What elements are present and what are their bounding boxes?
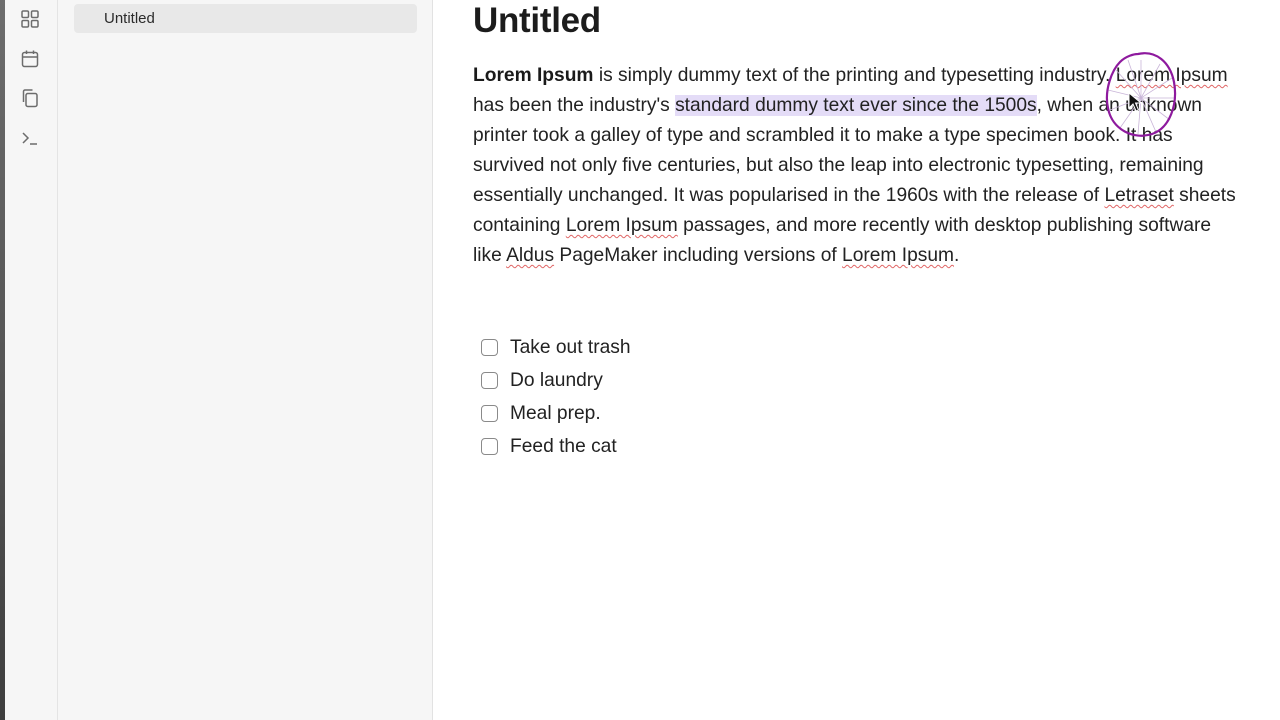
calendar-icon[interactable] bbox=[19, 48, 41, 70]
task-label: Feed the cat bbox=[510, 435, 617, 457]
task-checkbox[interactable] bbox=[481, 372, 498, 389]
left-ribbon bbox=[5, 0, 58, 720]
editor-pane[interactable]: Untitled Lorem Ipsum is simply dummy tex… bbox=[433, 0, 1280, 720]
text-run: has been the industry's bbox=[473, 95, 676, 116]
task-item: Do laundry bbox=[481, 364, 631, 397]
grid-icon[interactable] bbox=[19, 8, 41, 30]
misspelled-word: Lorem Ipsum bbox=[842, 245, 954, 266]
task-item: Take out trash bbox=[481, 331, 631, 364]
misspelled-word: Letraset bbox=[1104, 185, 1174, 206]
copy-icon[interactable] bbox=[19, 87, 41, 109]
task-checkbox[interactable] bbox=[481, 339, 498, 356]
text-run: PageMaker including versions of bbox=[554, 245, 843, 266]
file-item-label: Untitled bbox=[104, 10, 155, 27]
task-label: Meal prep. bbox=[510, 402, 601, 424]
file-item-untitled[interactable]: Untitled bbox=[74, 4, 417, 33]
task-list: Take out trash Do laundry Meal prep. Fee… bbox=[481, 331, 631, 463]
file-explorer: Untitled bbox=[58, 0, 433, 720]
task-item: Feed the cat bbox=[481, 430, 631, 463]
text-run: . bbox=[954, 245, 960, 266]
terminal-icon[interactable] bbox=[19, 127, 41, 149]
bold-text: Lorem Ipsum bbox=[473, 65, 594, 86]
task-checkbox[interactable] bbox=[481, 405, 498, 422]
task-label: Take out trash bbox=[510, 336, 631, 358]
misspelled-word: Lorem Ipsum bbox=[565, 215, 678, 236]
misspelled-word: Aldus bbox=[506, 245, 555, 266]
note-paragraph[interactable]: Lorem Ipsum is simply dummy text of the … bbox=[473, 61, 1243, 271]
task-checkbox[interactable] bbox=[481, 438, 498, 455]
misspelled-word: Lorem Ipsum bbox=[1115, 65, 1228, 86]
note-title[interactable]: Untitled bbox=[473, 1, 601, 41]
task-label: Do laundry bbox=[510, 369, 603, 391]
highlighted-text: standard dummy text ever since the 1500s bbox=[675, 95, 1037, 116]
text-run: is simply dummy text of the printing and… bbox=[593, 65, 1116, 86]
task-item: Meal prep. bbox=[481, 397, 631, 430]
